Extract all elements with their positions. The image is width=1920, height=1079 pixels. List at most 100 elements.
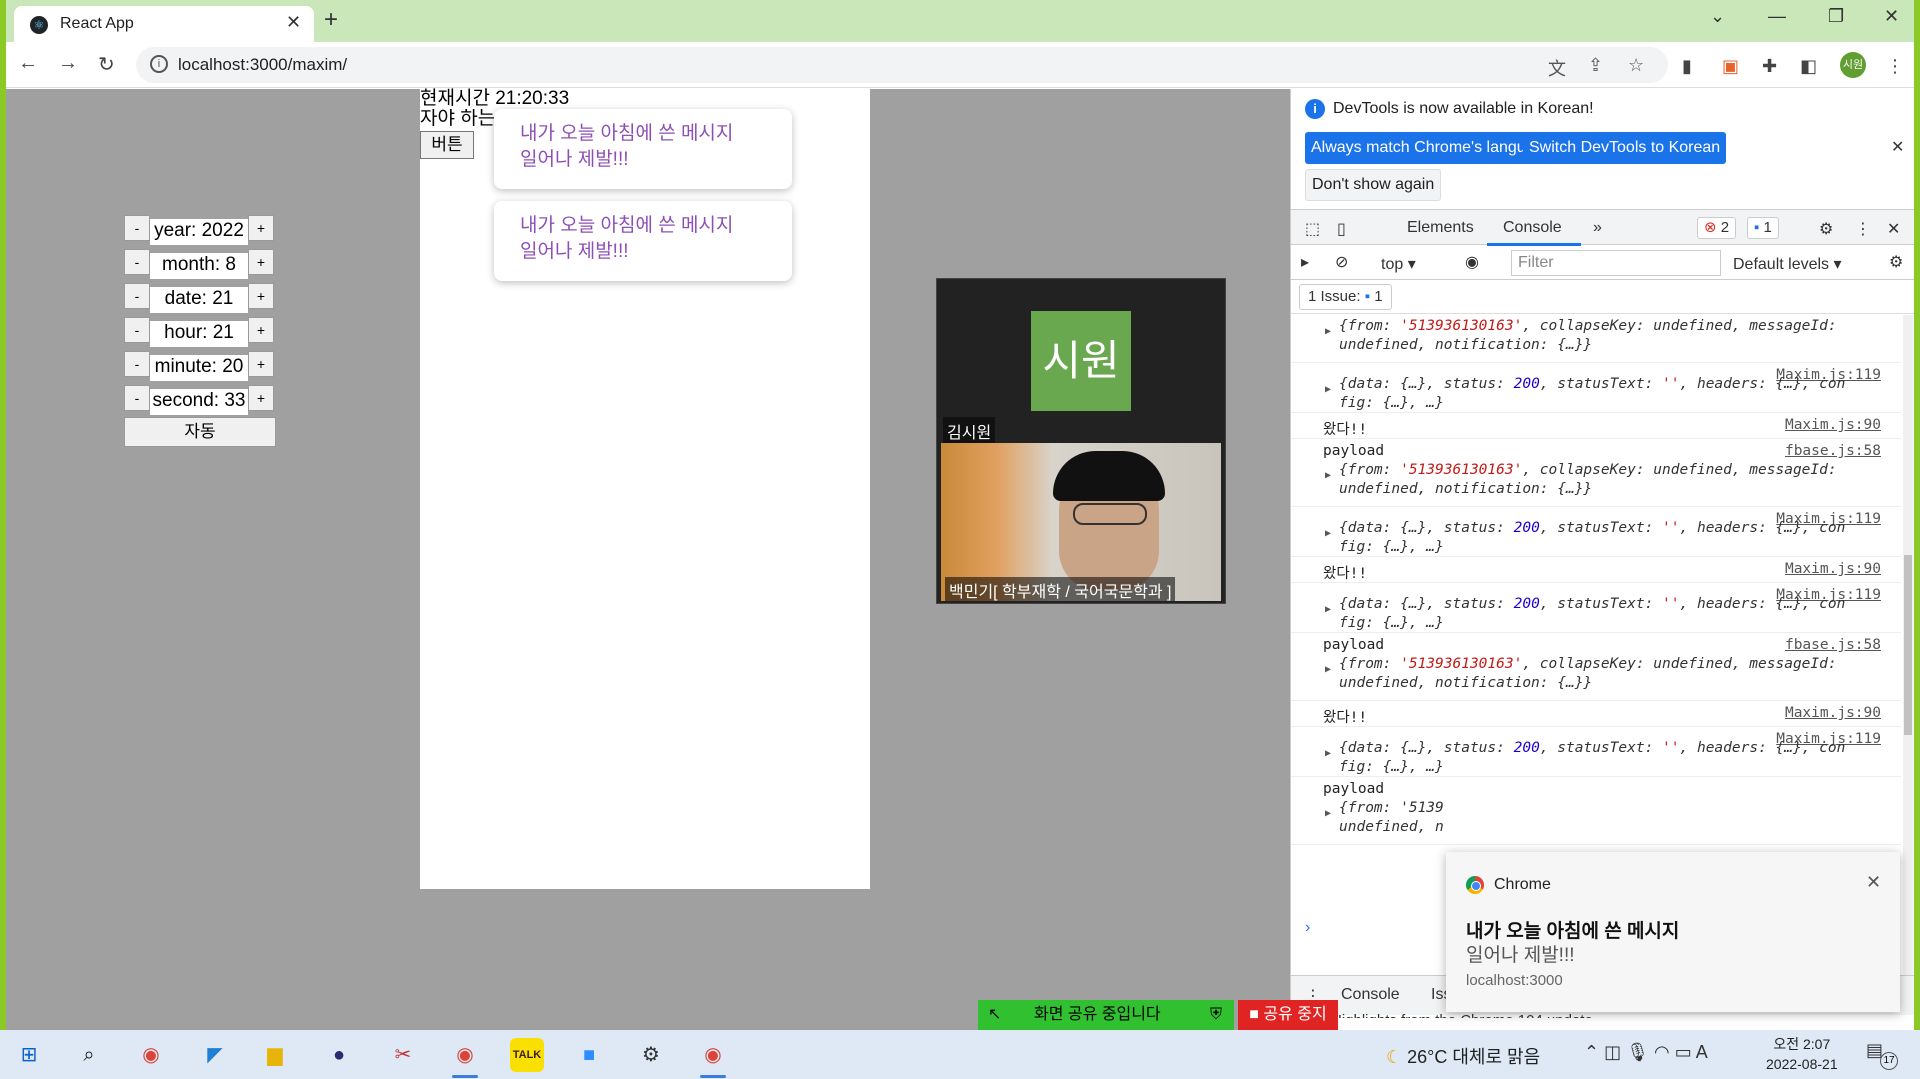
tab-react-app[interactable]: ⚛ React App ✕ (14, 6, 314, 42)
expand-triangle-icon[interactable]: ▶ (1325, 528, 1331, 539)
expand-triangle-icon[interactable]: ▶ (1325, 748, 1331, 759)
log-levels-select[interactable]: Default levels ▾ (1733, 254, 1842, 274)
kakaotalk-icon[interactable]: TALK (510, 1038, 544, 1072)
zoom-meeting-window[interactable]: 시원 김시원 백민기[ 학부재학 / 국어국문학과 ] (936, 278, 1226, 604)
decrement-hour-button[interactable]: - (124, 317, 150, 343)
expand-triangle-icon[interactable]: ▶ (1325, 384, 1331, 395)
expand-triangle-icon[interactable]: ▶ (1325, 604, 1331, 615)
close-toast-icon[interactable]: ✕ (1866, 872, 1881, 893)
close-window-button[interactable]: ✕ (1884, 6, 1899, 27)
eclipse-icon[interactable]: ● (322, 1038, 356, 1072)
stop-share-button[interactable]: ■ 공유 중지 (1238, 1000, 1338, 1030)
ime-icon[interactable]: A (1696, 1042, 1708, 1062)
source-link[interactable]: fbase.js:58 (1785, 443, 1881, 459)
dont-show-again-button[interactable]: Don't show again (1305, 169, 1442, 201)
log-object[interactable]: {data: {…}, status: 200, statusText: '',… (1339, 739, 1845, 777)
clear-console-icon[interactable]: ⊘ (1335, 252, 1348, 272)
taskbar-clock[interactable]: 오전 2:07 2022-08-21 (1766, 1034, 1838, 1074)
increment-hour-button[interactable]: + (248, 317, 274, 343)
reload-icon[interactable]: ↻ (98, 52, 115, 77)
expand-triangle-icon[interactable]: ▶ (1325, 326, 1331, 337)
extension-icon[interactable]: ▮ (1682, 56, 1692, 77)
close-devtools-icon[interactable]: ✕ (1887, 219, 1900, 239)
source-link[interactable]: Maxim.js:90 (1785, 705, 1881, 721)
decrement-minute-button[interactable]: - (124, 351, 150, 377)
file-explorer-icon[interactable]: ▆ (258, 1038, 292, 1072)
close-banner-icon[interactable]: ✕ (1891, 137, 1904, 157)
address-bar[interactable]: i localhost:3000/maxim/ 文 ⇪ ☆ (136, 47, 1668, 83)
decrement-year-button[interactable]: - (124, 215, 150, 241)
increment-month-button[interactable]: + (248, 249, 274, 275)
source-link[interactable]: Maxim.js:90 (1785, 417, 1881, 433)
network-icon[interactable]: ◫ (1604, 1042, 1621, 1062)
auto-button[interactable]: 자동 (124, 417, 276, 447)
log-object[interactable]: {from: '513936130163', collapseKey: unde… (1339, 461, 1837, 499)
drag-handle-icon[interactable]: ↖ (988, 1000, 1001, 1030)
issues-button[interactable]: 1 Issue: ▪ 1 (1299, 284, 1392, 310)
battery-icon[interactable]: ▭ (1675, 1042, 1692, 1062)
increment-second-button[interactable]: + (248, 385, 274, 411)
increment-date-button[interactable]: + (248, 283, 274, 309)
puzzle-icon[interactable]: ✚ (1762, 56, 1777, 77)
log-object[interactable]: {from: '5139 undefined, n (1339, 799, 1444, 837)
tab-search-icon[interactable]: ⌄ (1710, 6, 1725, 27)
windows-start-icon[interactable]: ⊞ (12, 1038, 46, 1072)
back-arrow-icon[interactable]: ← (18, 52, 38, 75)
increment-minute-button[interactable]: + (248, 351, 274, 377)
always-match-button[interactable]: Always match Chrome's language (1305, 132, 1559, 164)
devtools-menu-icon[interactable]: ⋮ (1855, 219, 1871, 239)
snipping-tool-icon[interactable]: ✂ (386, 1038, 420, 1072)
more-tabs-icon[interactable]: » (1593, 219, 1602, 237)
site-info-icon[interactable]: i (150, 55, 168, 73)
side-panel-icon[interactable]: ◧ (1800, 56, 1817, 77)
chrome-taskbar-icon[interactable]: ◉ (134, 1038, 168, 1072)
extension-ex-icon[interactable]: ▣ (1722, 56, 1739, 77)
log-object[interactable]: {data: {…}, status: 200, statusText: '',… (1339, 375, 1845, 413)
tab-elements[interactable]: Elements (1407, 219, 1474, 237)
console-scrollbar[interactable] (1903, 315, 1913, 995)
switch-korean-button[interactable]: Switch DevTools to Korean (1523, 132, 1727, 164)
console-settings-icon[interactable]: ⚙ (1889, 252, 1903, 272)
sidebar-toggle-icon[interactable]: ▸ (1301, 252, 1309, 272)
screen-share-bar[interactable]: ↖ 화면 공유 중입니다 ⛨ (978, 1000, 1234, 1030)
log-object[interactable]: {data: {…}, status: 200, statusText: '',… (1339, 519, 1845, 557)
maximize-button[interactable]: ❐ (1828, 6, 1844, 27)
page-button[interactable]: 버튼 (420, 131, 474, 159)
log-object[interactable]: {from: '513936130163', collapseKey: unde… (1339, 317, 1837, 355)
close-tab-icon[interactable]: ✕ (286, 12, 301, 33)
new-tab-button[interactable]: + (324, 6, 338, 34)
chrome-secondary-icon[interactable]: ◉ (696, 1038, 730, 1078)
menu-kebab-icon[interactable]: ⋮ (1886, 56, 1904, 77)
expand-triangle-icon[interactable]: ▶ (1325, 664, 1331, 675)
messages-badge[interactable]: ▪ 1 (1747, 217, 1779, 239)
zoom-icon[interactable]: ■ (572, 1038, 606, 1072)
share-icon[interactable]: ⇪ (1588, 55, 1603, 76)
settings-gear-icon[interactable]: ⚙ (1819, 219, 1833, 239)
chrome-notification-toast[interactable]: Chrome ✕ 내가 오늘 아침에 쓴 메시지 일어나 제발!!! local… (1446, 852, 1900, 1012)
source-link[interactable]: Maxim.js:90 (1785, 561, 1881, 577)
scrollbar-thumb[interactable] (1904, 555, 1912, 735)
vscode-icon[interactable]: ◤ (198, 1038, 232, 1072)
expand-triangle-icon[interactable]: ▶ (1325, 808, 1331, 819)
context-select[interactable]: top ▾ (1381, 254, 1416, 274)
log-object[interactable]: {data: {…}, status: 200, statusText: '',… (1339, 595, 1845, 633)
errors-badge[interactable]: ⊗ 2 (1697, 217, 1737, 239)
inspect-icon[interactable]: ⬚ (1305, 219, 1320, 239)
forward-arrow-icon[interactable]: → (58, 52, 78, 75)
decrement-second-button[interactable]: - (124, 385, 150, 411)
log-object[interactable]: {from: '513936130163', collapseKey: unde… (1339, 655, 1837, 693)
decrement-date-button[interactable]: - (124, 283, 150, 309)
bookmark-star-icon[interactable]: ☆ (1628, 55, 1644, 76)
drawer-tab-console[interactable]: Console (1341, 986, 1400, 1004)
filter-input[interactable]: Filter (1511, 250, 1721, 276)
wifi-icon[interactable]: ◠ (1654, 1042, 1670, 1062)
device-toolbar-icon[interactable]: ▯ (1337, 219, 1346, 239)
decrement-month-button[interactable]: - (124, 249, 150, 275)
source-link[interactable]: fbase.js:58 (1785, 637, 1881, 653)
console-prompt-icon[interactable]: › (1305, 919, 1310, 937)
translate-icon[interactable]: 文 (1548, 55, 1566, 81)
chevron-up-icon[interactable]: ⌃ (1584, 1042, 1599, 1062)
microphone-icon[interactable]: 🎙 (1626, 1042, 1649, 1062)
search-icon[interactable]: ⌕ (72, 1038, 106, 1072)
system-tray[interactable]: ⌃ ◫ 🎙 ◠ ▭ A (1584, 1042, 1708, 1063)
